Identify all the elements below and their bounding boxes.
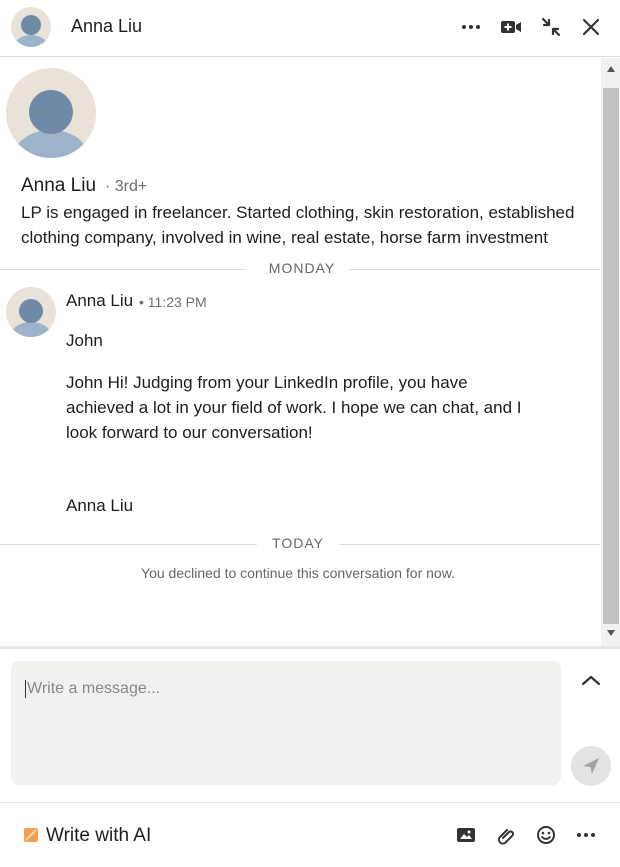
date-divider-label: MONDAY	[268, 260, 336, 276]
composer-toolbar: Write with AI	[0, 802, 620, 867]
video-call-icon	[501, 21, 521, 33]
message-signoff: Anna Liu	[66, 496, 134, 515]
close-button[interactable]	[578, 14, 604, 40]
emoji-button[interactable]	[534, 823, 558, 847]
send-icon	[583, 758, 599, 774]
attach-file-button[interactable]	[494, 823, 518, 847]
more-options-button[interactable]	[458, 14, 484, 40]
conversation-thread[interactable]: Anna Liu · 3rd+ LP is engaged in freelan…	[0, 58, 620, 646]
image-icon	[457, 828, 475, 842]
message-body: John Hi! Judging from your LinkedIn prof…	[66, 373, 522, 442]
close-icon	[582, 18, 600, 36]
profile-headline: LP is engaged in freelancer. Started clo…	[21, 203, 575, 247]
attach-icon	[497, 829, 514, 845]
ai-sparkle-icon	[24, 828, 38, 842]
send-button[interactable]	[571, 746, 611, 786]
minimize-button[interactable]	[538, 14, 564, 40]
more-icon	[577, 833, 595, 837]
conversation-status: You declined to continue this conversati…	[141, 565, 455, 581]
emoji-icon	[537, 826, 555, 844]
write-with-ai-button[interactable]: Write with AI	[46, 825, 151, 847]
composer-divider	[0, 646, 620, 649]
message-input[interactable]: Write a message...	[25, 680, 160, 698]
chat-header: Anna Liu	[0, 0, 620, 57]
date-divider-label: TODAY	[272, 535, 324, 551]
header-name[interactable]: Anna Liu	[71, 16, 142, 37]
message-timestamp: • 11:23 PM	[139, 294, 207, 310]
minimize-icon	[541, 17, 561, 37]
video-call-button[interactable]	[498, 14, 524, 40]
scrollbar[interactable]	[601, 58, 620, 646]
chevron-up-icon	[581, 675, 601, 686]
more-icon	[462, 25, 480, 29]
attach-image-button[interactable]	[454, 823, 478, 847]
avatar[interactable]	[11, 7, 51, 47]
date-divider: TODAY	[0, 535, 600, 553]
profile-name[interactable]: Anna Liu	[21, 175, 96, 197]
date-divider: MONDAY	[0, 260, 600, 278]
message-sender[interactable]: Anna Liu	[66, 291, 133, 311]
expand-composer-button[interactable]	[578, 670, 604, 692]
sender-avatar[interactable]	[6, 287, 56, 337]
message-greeting: John	[66, 331, 103, 350]
scroll-up-icon[interactable]	[607, 66, 615, 72]
scroll-down-icon[interactable]	[607, 630, 615, 636]
scrollbar-thumb[interactable]	[603, 88, 619, 624]
profile-avatar[interactable]	[6, 68, 96, 158]
more-options-button[interactable]	[574, 823, 598, 847]
connection-degree: · 3rd+	[105, 178, 148, 195]
message-composer[interactable]: Write a message...	[11, 661, 561, 785]
